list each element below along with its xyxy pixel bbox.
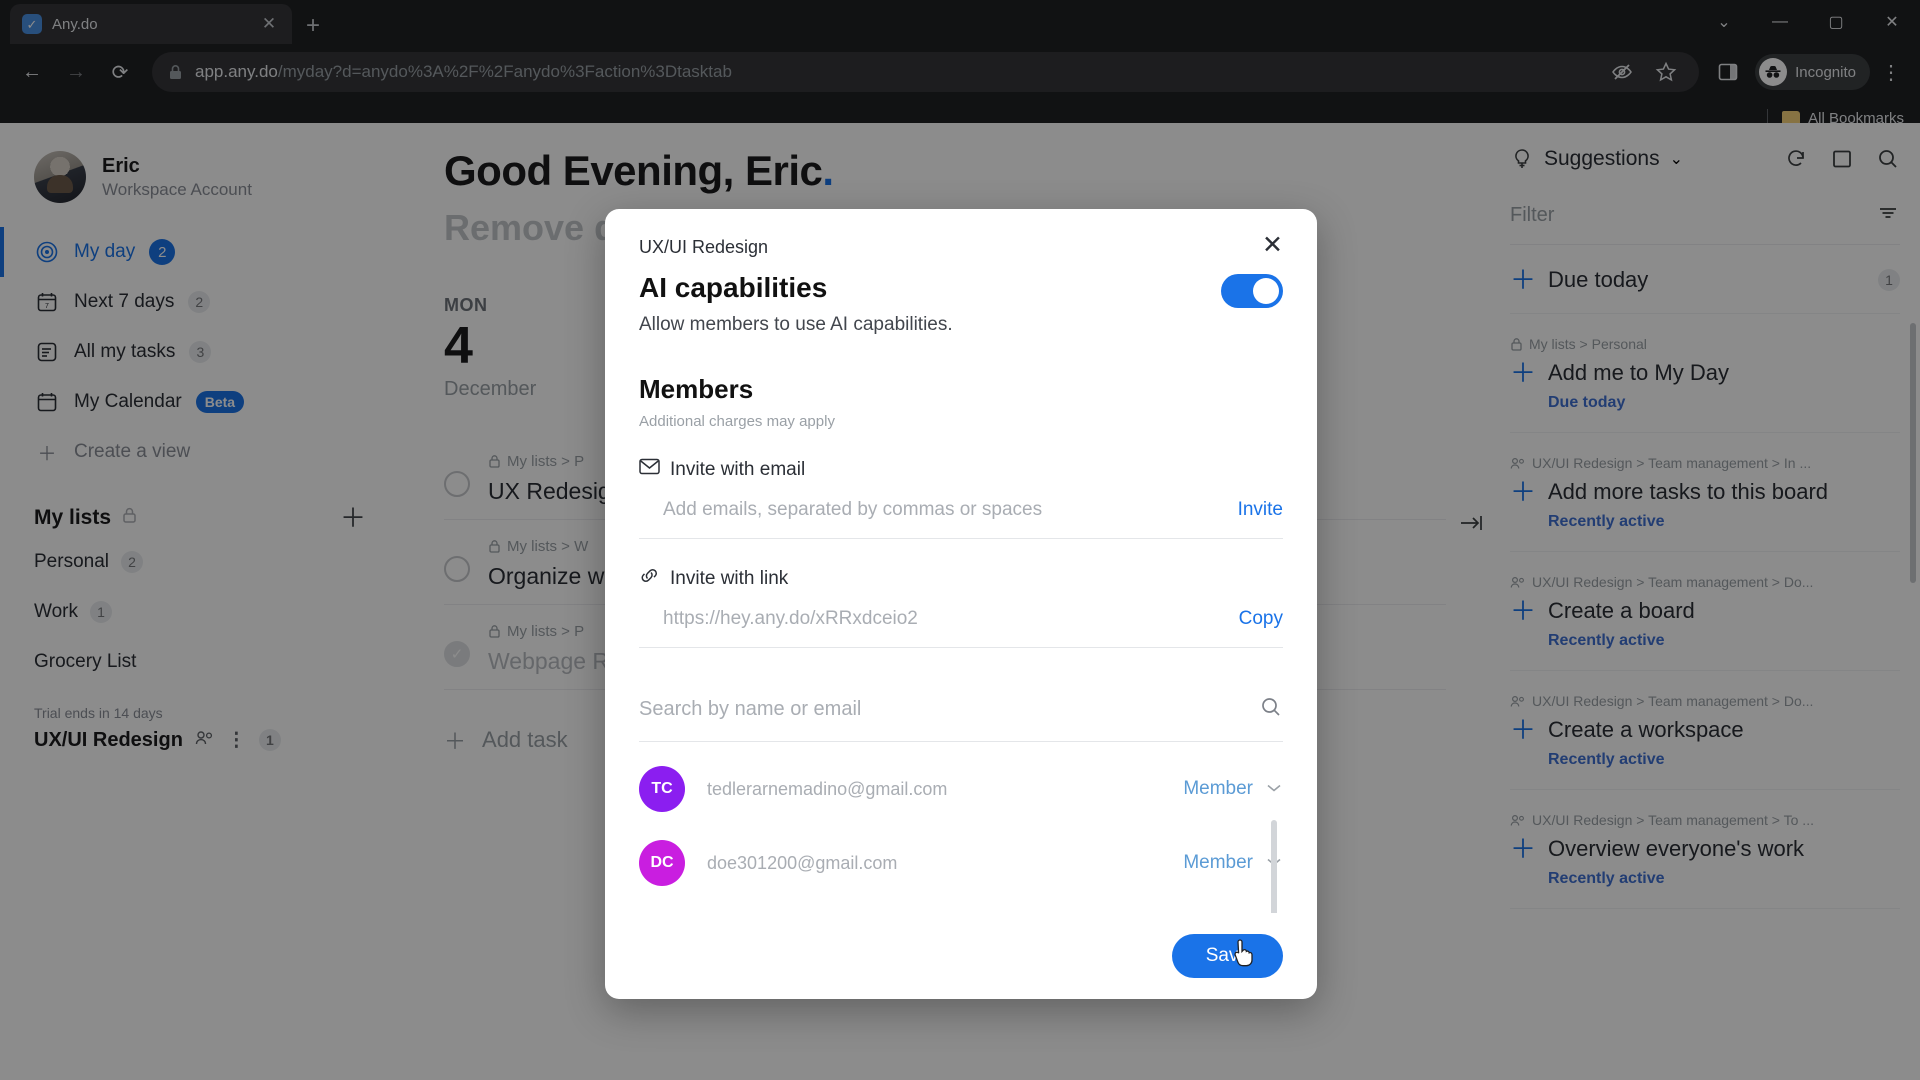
member-email: tedlerarnemadino@gmail.com [707,778,948,799]
member-row[interactable]: DC doe301200@gmail.com Member [639,826,1283,900]
members-note: Additional charges may apply [639,413,835,430]
avatar-initials: TC [651,780,673,797]
invite-email-text: Invite with email [670,458,806,480]
avatar: DC [639,840,685,886]
member-row[interactable]: Eric Stowe c386f444@moodjoy.com Admin [639,900,1283,913]
invite-link-field[interactable]: https://hey.any.do/xRRxdceio2 Copy [639,590,1283,648]
ai-capabilities-toggle[interactable] [1221,274,1283,308]
members-scroll-area: Invite with email Add emails, separated … [639,430,1283,913]
envelope-icon [639,458,660,481]
member-email: doe301200@gmail.com [707,852,898,873]
member-role-dropdown[interactable]: Member [1183,852,1283,874]
members-list: TC tedlerarnemadino@gmail.com Member DC … [639,752,1283,913]
invite-link-label: Invite with link [639,567,1283,590]
ai-capabilities-title: AI capabilities [639,272,828,303]
invite-email-label: Invite with email [639,458,1283,481]
dialog-header: UX/UI Redesign ✕ [639,233,1283,258]
invite-link-text: Invite with link [670,567,789,589]
invite-email-field[interactable]: Add emails, separated by commas or space… [639,481,1283,539]
members-title: Members [639,374,754,404]
copy-button[interactable]: Copy [1225,608,1283,630]
member-role-dropdown[interactable]: Member [1183,778,1283,800]
search-icon[interactable] [1259,695,1283,724]
avatar-initials: DC [650,854,674,871]
close-icon[interactable]: ✕ [1262,233,1283,258]
dialog-footer: Save [639,913,1283,999]
invite-email-placeholder: Add emails, separated by commas or space… [663,498,1043,520]
member-row[interactable]: TC tedlerarnemadino@gmail.com Member [639,752,1283,826]
ai-capabilities-section: AI capabilities Allow members to use AI … [639,258,1283,336]
member-search-input[interactable]: Search by name or email [639,678,1283,742]
invite-link-value: https://hey.any.do/xRRxdceio2 [663,607,918,629]
dialog-scrollbar[interactable] [1271,820,1277,913]
invite-button[interactable]: Invite [1224,499,1283,521]
save-button[interactable]: Save [1171,934,1283,978]
dialog-kicker: UX/UI Redesign [639,237,769,257]
search-placeholder: Search by name or email [639,698,862,720]
share-settings-dialog: UX/UI Redesign ✕ AI capabilities Allow m… [605,209,1317,999]
avatar: TC [639,766,685,812]
ai-capabilities-description: Allow members to use AI capabilities. [639,314,953,335]
chevron-down-icon [1265,778,1283,800]
link-icon [639,567,660,590]
role-label: Member [1183,852,1253,873]
role-label: Member [1183,778,1253,799]
